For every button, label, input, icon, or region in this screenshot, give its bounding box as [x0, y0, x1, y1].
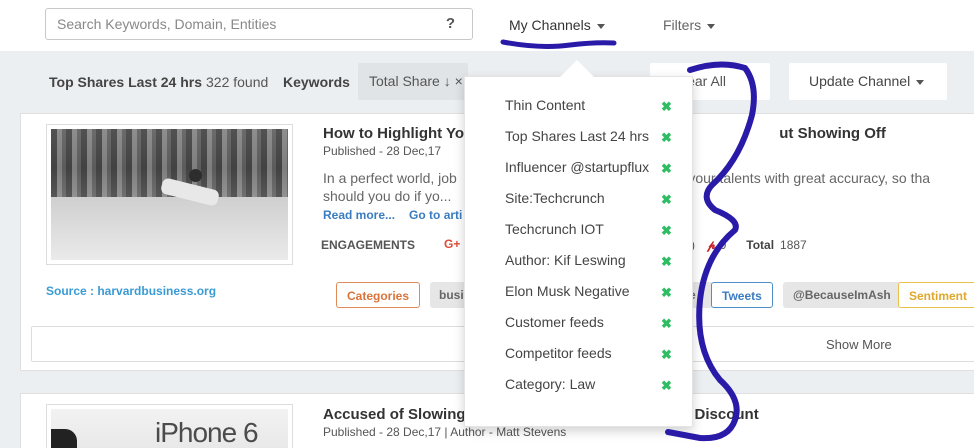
- dropdown-pointer: [560, 60, 594, 77]
- excerpt-left: In a perfect world, job: [323, 170, 457, 186]
- channel-label: Category: Law: [505, 376, 596, 392]
- channel-label: Customer feeds: [505, 314, 604, 330]
- remove-icon[interactable]: ✖: [661, 161, 672, 177]
- channel-label: Top Shares Last 24 hrs: [505, 128, 649, 144]
- tag-business[interactable]: busin: [430, 282, 466, 308]
- go-to-article-link[interactable]: Go to arti: [409, 208, 462, 222]
- channel-label: Author: Kif Leswing: [505, 252, 626, 268]
- pinterest-count: 0: [719, 238, 727, 252]
- caret-down-icon: [596, 23, 605, 29]
- tag-handle[interactable]: @BecauseImAsh: [783, 282, 901, 308]
- channel-label: Elon Musk Negative: [505, 283, 630, 299]
- channel-title: Top Shares Last 24 hrs: [49, 74, 203, 90]
- engagements-label: ENGAGEMENTS: [321, 238, 416, 252]
- google-plus-icon: G+: [444, 237, 461, 251]
- caret-down-icon: [916, 79, 925, 85]
- tag-categories[interactable]: Categories: [336, 282, 421, 308]
- sort-total-share-button[interactable]: Total Share ↓ ×: [358, 63, 468, 100]
- excerpt-right: ng your talents with great accuracy, so …: [668, 170, 931, 186]
- channel-item-author[interactable]: Author: Kif Leswing ✖: [505, 252, 685, 276]
- remove-icon[interactable]: ✖: [661, 285, 672, 301]
- article-title-right: ut Showing Off: [779, 125, 886, 142]
- remove-icon[interactable]: ✖: [661, 316, 672, 332]
- article-title-left: How to Highlight You: [323, 125, 474, 142]
- sort-label: Total Share: [369, 73, 440, 89]
- channel-item-top-shares[interactable]: Top Shares Last 24 hrs ✖: [505, 128, 685, 152]
- total-value: 1887: [780, 238, 807, 252]
- channel-item-techcrunch-iot[interactable]: Techcrunch IOT ✖: [505, 221, 685, 245]
- channel-label: Influencer @startupflux: [505, 159, 650, 175]
- top-bar: ? My Channels Filters: [0, 0, 974, 51]
- pinterest-icon: 𝓅: [707, 238, 716, 252]
- my-channels-label: My Channels: [509, 17, 591, 33]
- channel-item-elon-musk[interactable]: Elon Musk Negative ✖: [505, 283, 685, 307]
- channel-item-competitor-feeds[interactable]: Competitor feeds ✖: [505, 345, 685, 369]
- article-title-right: Discount: [694, 406, 759, 423]
- article-title-left: Accused of Slowing C: [323, 406, 481, 423]
- search-box[interactable]: ?: [45, 8, 473, 40]
- channel-item-influencer[interactable]: Influencer @startupflux ✖: [505, 159, 685, 183]
- result-count: 322 found: [206, 74, 269, 90]
- channel-item-thin-content[interactable]: Thin Content ✖: [505, 97, 685, 121]
- remove-icon[interactable]: ✖: [661, 99, 672, 115]
- show-more-label: Show More: [826, 337, 892, 352]
- article-links: Read more... Go to arti: [323, 208, 476, 222]
- channel-label: Site:Techcrunch: [505, 190, 605, 206]
- update-channel-label: Update Channel: [809, 73, 911, 89]
- article-thumbnail[interactable]: [46, 124, 293, 265]
- thumbnail-text: iPhone 6: [155, 417, 259, 448]
- my-channels-dropdown[interactable]: My Channels: [509, 17, 605, 33]
- channel-label: Techcrunch IOT: [505, 221, 604, 237]
- thumbnail-image: [51, 129, 288, 260]
- article-published: Published - 28 Dec,17 | Author - Matt St…: [323, 425, 567, 439]
- road-shape: [51, 197, 288, 260]
- remove-icon[interactable]: ✖: [661, 378, 672, 394]
- channel-item-site-techcrunch[interactable]: Site:Techcrunch ✖: [505, 190, 685, 214]
- article-source[interactable]: Source : harvardbusiness.org: [46, 284, 216, 298]
- filters-label: Filters: [663, 17, 702, 33]
- channel-label: Thin Content: [505, 97, 586, 113]
- help-icon[interactable]: ?: [446, 15, 455, 32]
- update-channel-button[interactable]: Update Channel: [789, 63, 947, 100]
- channel-item-category-law[interactable]: Category: Law ✖: [505, 376, 685, 400]
- remove-icon[interactable]: ✖: [661, 130, 672, 146]
- phone-edge-shape: [51, 429, 77, 448]
- tag-tweets[interactable]: Tweets: [711, 282, 773, 308]
- channel-item-customer-feeds[interactable]: Customer feeds ✖: [505, 314, 685, 338]
- caret-down-icon: [707, 23, 716, 29]
- article-published: Published - 28 Dec,17: [323, 144, 442, 158]
- search-input[interactable]: [46, 9, 436, 39]
- keywords-toggle[interactable]: Keywords: [283, 74, 350, 90]
- figure-head-shape: [189, 169, 202, 182]
- total-label: Total: [746, 238, 775, 252]
- tag-sentiment[interactable]: Sentiment: [898, 282, 974, 308]
- remove-icon[interactable]: ✖: [661, 347, 672, 363]
- sort-remove-icon: ×: [454, 73, 463, 89]
- excerpt-left-line2: should you do if yo...: [323, 188, 452, 204]
- arrow-down-icon: ↓: [443, 73, 451, 89]
- channel-label: Competitor feeds: [505, 345, 612, 361]
- remove-icon[interactable]: ✖: [661, 223, 672, 239]
- read-more-link[interactable]: Read more...: [323, 208, 395, 222]
- engagement-counts: ) 𝓅 0 Total 1887: [691, 238, 807, 253]
- my-channels-menu: Thin Content ✖ Top Shares Last 24 hrs ✖ In…: [464, 76, 693, 427]
- remove-icon[interactable]: ✖: [661, 192, 672, 208]
- thumbnail-image: iPhone 6: [51, 409, 288, 448]
- remove-icon[interactable]: ✖: [661, 254, 672, 270]
- filters-dropdown[interactable]: Filters: [663, 17, 716, 33]
- article-thumbnail[interactable]: iPhone 6: [46, 404, 293, 448]
